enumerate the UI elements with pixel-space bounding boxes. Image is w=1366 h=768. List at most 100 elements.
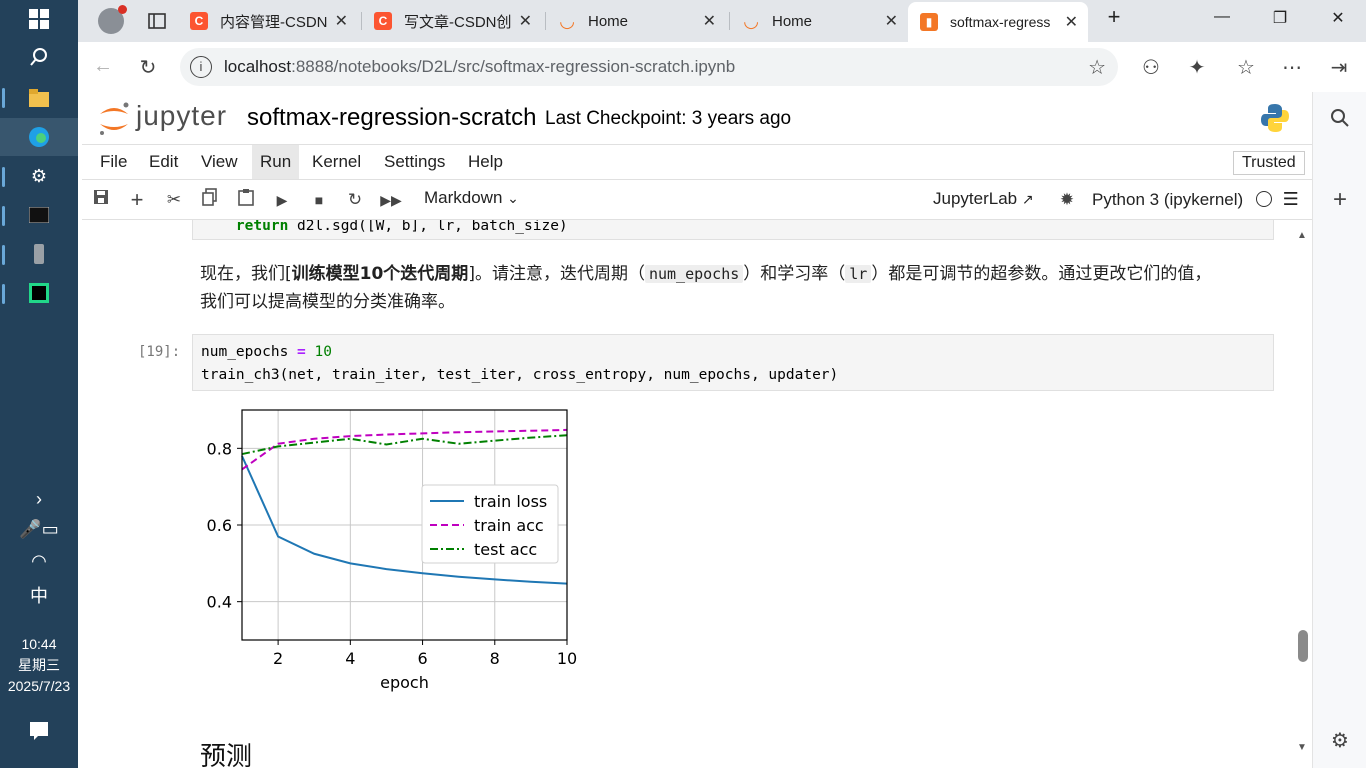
more-menu-icon[interactable]: ⋯ bbox=[1277, 55, 1307, 80]
info-icon[interactable]: i bbox=[190, 56, 212, 78]
notebook-title[interactable]: softmax-regression-scratch bbox=[247, 104, 536, 132]
notebook-icon: ▮ bbox=[920, 13, 938, 31]
code-line: return d2l.sgd([W, b], lr, batch_size) bbox=[235, 220, 568, 234]
scrollbar-thumb[interactable] bbox=[1298, 630, 1308, 662]
jupyter-logo-icon[interactable] bbox=[96, 100, 132, 138]
tab-csdn-write[interactable]: C 写文章-CSDN创 ✕ bbox=[362, 4, 542, 38]
scrollbar[interactable]: ▲ ▼ bbox=[1296, 220, 1310, 768]
clock[interactable]: 10:44 星期三 2025/7/23 bbox=[0, 634, 78, 697]
legend-label: train loss bbox=[474, 492, 547, 511]
ime-indicator[interactable]: 中 bbox=[0, 576, 78, 614]
x-tick-label: 8 bbox=[490, 649, 500, 668]
tab-actions-icon[interactable] bbox=[136, 4, 176, 38]
code-cell-previous[interactable]: return d2l.sgd([W, b], lr, batch_size) bbox=[192, 220, 1274, 240]
search-icon[interactable] bbox=[1313, 108, 1366, 134]
browser-tab-bar: C 内容管理-CSDN ✕ C 写文章-CSDN创 ✕ ◡ Home ✕ ◡ H… bbox=[78, 0, 1366, 42]
insert-cell-icon[interactable]: + bbox=[125, 188, 149, 212]
close-icon[interactable]: ✕ bbox=[519, 11, 532, 31]
close-icon[interactable]: ✕ bbox=[1065, 12, 1078, 32]
save-icon[interactable] bbox=[89, 188, 113, 212]
tab-home-2[interactable]: ◡ Home ✕ bbox=[730, 4, 908, 38]
close-icon[interactable]: ✕ bbox=[885, 11, 898, 31]
tab-home-1[interactable]: ◡ Home ✕ bbox=[546, 4, 726, 38]
browser-sidebar: + ⚙ bbox=[1312, 92, 1366, 768]
jupyter-logo-text: jupyter bbox=[136, 100, 228, 131]
training-chart: 2 4 6 8 10 0.4 0.6 0.8 epoch train loss train acc t… bbox=[207, 409, 577, 692]
notification-icon[interactable] bbox=[0, 712, 78, 750]
jupyterlab-label: JupyterLab bbox=[933, 189, 1018, 208]
menu-kernel[interactable]: Kernel bbox=[304, 145, 369, 179]
favorite-star-icon[interactable]: ☆ bbox=[1088, 55, 1106, 80]
fast-forward-icon[interactable]: ▶▶ bbox=[379, 188, 403, 212]
notebook-content[interactable]: return d2l.sgd([W, b], lr, batch_size) 现… bbox=[82, 220, 1312, 768]
file-explorer-icon[interactable] bbox=[0, 79, 78, 117]
tab-csdn-content[interactable]: C 内容管理-CSDN ✕ bbox=[178, 4, 358, 38]
menu-help[interactable]: Help bbox=[460, 145, 511, 179]
code-line: train_ch3(net, train_iter, test_iter, cr… bbox=[201, 366, 839, 383]
edge-browser-icon[interactable] bbox=[0, 118, 78, 156]
menu-view[interactable]: View bbox=[193, 145, 246, 179]
back-arrow-icon[interactable]: ← bbox=[88, 55, 118, 78]
restore-icon[interactable]: ❐ bbox=[1260, 8, 1300, 28]
cell-prompt: [19]: bbox=[138, 344, 181, 360]
restart-icon[interactable]: ↻ bbox=[343, 188, 367, 212]
menu-run[interactable]: Run bbox=[252, 145, 300, 179]
close-icon[interactable]: ✕ bbox=[703, 11, 716, 31]
cell-type-value: Markdown bbox=[424, 188, 503, 207]
url-field[interactable]: i localhost:8888/notebooks/D2L/src/softm… bbox=[180, 48, 1118, 86]
menu-file[interactable]: File bbox=[92, 145, 135, 179]
close-window-icon[interactable]: ✕ bbox=[1318, 8, 1358, 28]
url-host: localhost bbox=[224, 57, 292, 76]
code-cell-19[interactable]: num_epochs = 10 train_ch3(net, train_ite… bbox=[192, 334, 1274, 391]
settings-gear-icon[interactable]: ⚙ bbox=[0, 157, 78, 195]
run-icon[interactable]: ▶ bbox=[270, 188, 294, 212]
cut-icon[interactable]: ✂ bbox=[162, 188, 186, 212]
add-icon[interactable]: + bbox=[1313, 186, 1366, 214]
wifi-icon[interactable]: ◠ bbox=[0, 542, 78, 580]
jupyter-menubar: File Edit View Run Kernel Settings Help … bbox=[82, 144, 1312, 180]
jupyterlab-link[interactable]: JupyterLab ↗ bbox=[933, 189, 1034, 209]
series-line-train-acc bbox=[241, 428, 568, 471]
sidebar-toggle-icon[interactable]: ⇥ bbox=[1324, 55, 1354, 80]
code-line: num_epochs = 10 bbox=[201, 344, 332, 360]
trusted-badge[interactable]: Trusted bbox=[1233, 151, 1305, 175]
profile-avatar[interactable] bbox=[86, 4, 130, 38]
extensions-icon[interactable]: ✦ bbox=[1182, 55, 1212, 80]
settings-gear-icon[interactable]: ⚙ bbox=[1313, 728, 1366, 753]
search-icon[interactable] bbox=[0, 38, 78, 76]
terminal-icon[interactable] bbox=[0, 196, 78, 234]
tab-softmax-active[interactable]: ▮ softmax-regress ✕ bbox=[908, 2, 1088, 42]
scroll-up-icon[interactable]: ▲ bbox=[1297, 230, 1307, 241]
x-tick-label: 2 bbox=[273, 649, 283, 668]
markdown-cell[interactable]: 现在，我们[训练模型10个迭代周期]。请注意，迭代周期（ num_epochs ）和… bbox=[200, 260, 1260, 316]
kernel-idle-icon bbox=[1255, 191, 1272, 207]
menu-edit[interactable]: Edit bbox=[141, 145, 186, 179]
minimize-icon[interactable]: — bbox=[1202, 8, 1242, 26]
paste-icon[interactable] bbox=[234, 188, 258, 212]
x-tick-label: 6 bbox=[417, 649, 427, 668]
kernel-name: Python 3 (ipykernel) bbox=[1092, 190, 1244, 209]
windows-start-icon[interactable] bbox=[0, 0, 78, 38]
python-logo-icon bbox=[1261, 104, 1289, 132]
jupyter-icon: ◡ bbox=[560, 10, 574, 31]
cell-type-select[interactable]: Markdown ⌄ bbox=[424, 188, 519, 208]
inline-code-lr: lr bbox=[845, 265, 872, 283]
windows-taskbar: ⚙ › 🎤▭ ◠ 中 10:44 星期三 2025/7/23 bbox=[0, 0, 78, 768]
copy-icon[interactable] bbox=[198, 188, 222, 212]
menu-settings[interactable]: Settings bbox=[376, 145, 453, 179]
kernel-status[interactable]: Python 3 (ipykernel) ☰ bbox=[1092, 189, 1299, 210]
close-icon[interactable]: ✕ bbox=[335, 11, 348, 31]
jupyter-header: jupyter softmax-regression-scratch Last … bbox=[82, 92, 1312, 144]
stop-icon[interactable]: ■ bbox=[307, 188, 331, 212]
reload-icon[interactable]: ↻ bbox=[133, 55, 163, 80]
debugger-bug-icon[interactable]: ✹ bbox=[1055, 188, 1079, 212]
hamburger-menu-icon[interactable]: ☰ bbox=[1283, 189, 1299, 209]
extension-puzzle-icon[interactable]: ⚇ bbox=[1136, 55, 1166, 80]
usb-device-icon[interactable] bbox=[0, 235, 78, 273]
url-path: :8888/notebooks/D2L/src/softmax-regressi… bbox=[291, 57, 736, 76]
external-link-icon: ↗ bbox=[1021, 191, 1034, 207]
favorites-icon[interactable]: ☆ bbox=[1231, 55, 1261, 80]
pycharm-icon[interactable] bbox=[0, 274, 78, 312]
new-tab-icon[interactable]: + bbox=[1094, 4, 1134, 30]
scroll-down-icon[interactable]: ▼ bbox=[1297, 742, 1307, 753]
